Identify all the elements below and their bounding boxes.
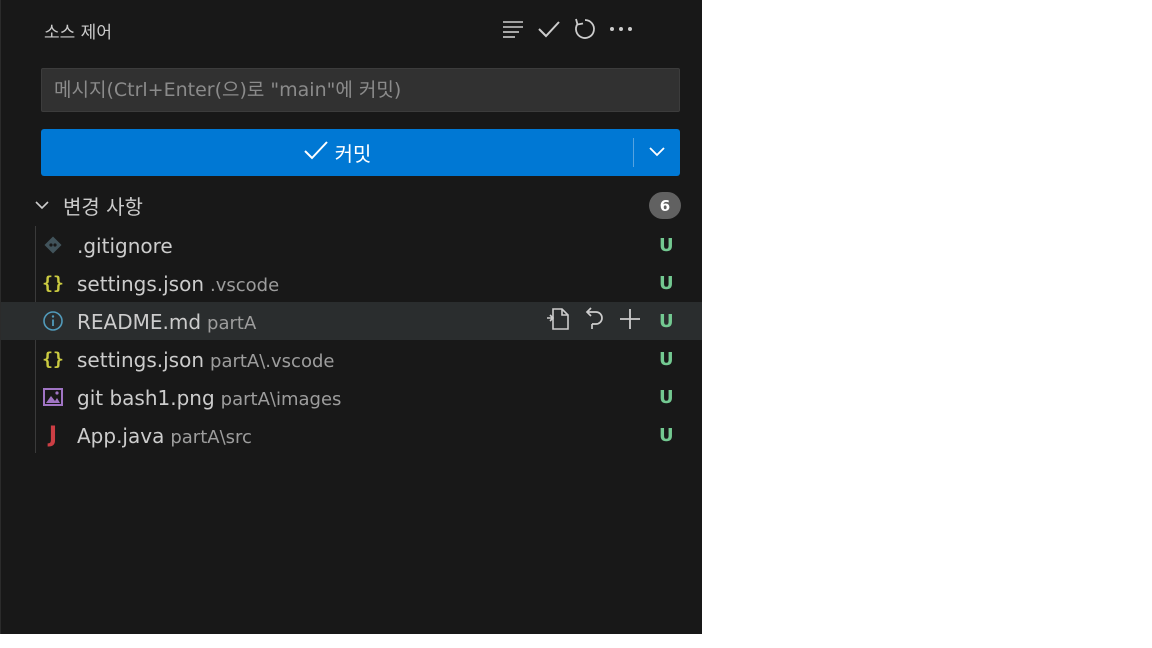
image-icon — [41, 386, 65, 408]
changes-section-header[interactable]: 변경 사항 6 — [29, 188, 681, 222]
commit-button-label: 커밋 — [334, 142, 372, 166]
file-path: partA\.vscode — [210, 351, 335, 372]
source-control-panel: 소스 제어 커밋 — [0, 0, 702, 634]
refresh-icon — [573, 17, 597, 41]
discard-icon — [582, 306, 606, 336]
panel-title: 소스 제어 — [44, 23, 112, 43]
file-name-label: App.java partA\src — [77, 424, 252, 448]
json-icon: {} — [42, 348, 64, 370]
untracked-status: U — [659, 311, 674, 332]
check-icon — [537, 19, 561, 39]
untracked-status: U — [659, 273, 674, 294]
java-icon: J — [48, 422, 58, 448]
stage-changes-button[interactable] — [613, 307, 647, 335]
plus-icon — [618, 307, 642, 335]
changes-count-badge: 6 — [649, 192, 681, 219]
commit-button-group: 커밋 — [41, 129, 680, 176]
go-to-file-icon — [544, 306, 572, 336]
view-as-tree-button[interactable] — [495, 12, 531, 46]
file-row[interactable]: git bash1.png partA\images U — [1, 378, 702, 416]
file-row[interactable]: .gitignore U — [1, 226, 702, 264]
file-path: partA\images — [220, 389, 342, 410]
list-icon — [501, 19, 525, 39]
file-row[interactable]: J App.java partA\src U — [1, 416, 702, 454]
file-name-label: settings.json partA\.vscode — [77, 348, 335, 372]
file-path: partA\src — [170, 427, 252, 448]
untracked-status: U — [659, 349, 674, 370]
file-row[interactable]: {} settings.json partA\.vscode U — [1, 340, 702, 378]
file-name-label: README.md partA — [77, 310, 257, 334]
changes-file-list: .gitignore U {} settings.json .vscode U R… — [1, 226, 702, 454]
commit-dropdown-button[interactable] — [634, 129, 680, 176]
file-path: .vscode — [210, 275, 280, 296]
changes-section-label: 변경 사항 — [63, 194, 143, 219]
file-name-label: settings.json .vscode — [77, 272, 280, 296]
chevron-down-icon — [29, 199, 55, 211]
file-row[interactable]: README.md partA U — [1, 302, 702, 340]
discard-changes-button[interactable] — [577, 307, 611, 335]
file-path: partA — [207, 313, 257, 334]
info-icon — [41, 310, 65, 332]
file-name-label: git bash1.png partA\images — [77, 386, 342, 410]
json-icon: {} — [42, 272, 64, 294]
file-name-label: .gitignore — [77, 234, 173, 258]
untracked-status: U — [659, 235, 674, 256]
file-row[interactable]: {} settings.json .vscode U — [1, 264, 702, 302]
untracked-status: U — [659, 425, 674, 446]
ellipsis-icon — [609, 25, 633, 33]
row-actions — [541, 307, 647, 335]
chevron-down-icon — [647, 143, 667, 162]
commit-button[interactable]: 커밋 — [41, 129, 633, 176]
check-icon — [303, 139, 329, 166]
untracked-status: U — [659, 387, 674, 408]
git-icon — [41, 234, 65, 256]
more-actions-button[interactable] — [603, 12, 639, 46]
panel-toolbar — [495, 12, 639, 46]
commit-toolbar-button[interactable] — [531, 12, 567, 46]
refresh-button[interactable] — [567, 12, 603, 46]
open-file-button[interactable] — [541, 307, 575, 335]
commit-message-input[interactable] — [41, 68, 680, 112]
